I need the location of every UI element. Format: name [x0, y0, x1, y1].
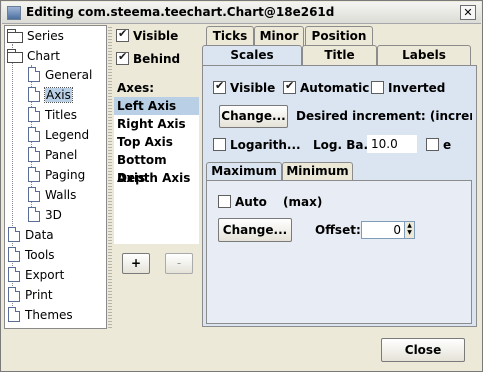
document-icon	[8, 267, 20, 282]
tree-item-titles[interactable]: Titles	[28, 106, 77, 124]
e-checkbox[interactable]: e	[426, 138, 451, 152]
tree-item-paging[interactable]: Paging	[28, 166, 85, 184]
document-icon	[28, 127, 40, 142]
tree-item-export[interactable]: Export	[8, 266, 64, 284]
document-icon	[8, 307, 20, 322]
tree-item-data[interactable]: Data	[8, 226, 54, 244]
tab-title[interactable]: Title	[302, 45, 377, 65]
tree-item-tools[interactable]: Tools	[8, 246, 55, 264]
tree-item-series[interactable]: Series	[7, 27, 64, 45]
document-icon	[28, 147, 40, 162]
tree-item-walls[interactable]: Walls	[28, 186, 76, 204]
logarithmic-checkbox[interactable]: Logarith...	[213, 138, 301, 152]
tab-ticks[interactable]: Ticks	[206, 26, 254, 46]
document-icon	[28, 87, 40, 102]
desired-increment-label: Desired increment: (increme...	[296, 109, 472, 123]
document-icon	[28, 207, 40, 222]
tree-item-axis[interactable]: Axis	[28, 86, 73, 104]
add-axis-button[interactable]: +	[122, 253, 150, 274]
document-icon	[28, 107, 40, 122]
max-auto-checkbox[interactable]: Auto	[218, 195, 267, 209]
log-base-input[interactable]: 10.0	[367, 135, 417, 153]
scale-automatic-checkbox[interactable]: Automatic	[283, 79, 369, 95]
document-icon	[8, 287, 20, 302]
offset-input[interactable]: 0	[361, 221, 405, 239]
tab-position[interactable]: Position	[305, 26, 373, 46]
tree-item-3d[interactable]: 3D	[28, 206, 62, 224]
axes-label: Axes:	[117, 81, 155, 95]
axis-behind-checkbox[interactable]: Behind	[116, 50, 180, 66]
tree-item-chart[interactable]: Chart	[7, 47, 60, 65]
checkbox-box	[218, 195, 231, 208]
remove-axis-button[interactable]: -	[165, 253, 193, 274]
scale-visible-checkbox[interactable]: Visible	[213, 79, 275, 95]
tab-maximum[interactable]: Maximum	[206, 162, 282, 181]
editor-window: Editing com.steema.teechart.Chart@18e261…	[0, 0, 483, 372]
tab-minimum[interactable]: Minimum	[282, 162, 353, 181]
close-window-button[interactable]: ✕	[460, 5, 476, 20]
document-icon	[8, 247, 20, 262]
title-bar[interactable]: Editing com.steema.teechart.Chart@18e261…	[2, 2, 481, 24]
window-title: Editing com.steema.teechart.Chart@18e261…	[26, 5, 335, 19]
editor-tree: Series Chart General Axis Titles Legend …	[4, 25, 107, 329]
scale-inverted-checkbox[interactable]: Inverted	[371, 81, 445, 95]
axes-item-bottom[interactable]: Bottom Axis	[114, 151, 199, 185]
tree-item-themes[interactable]: Themes	[8, 306, 73, 324]
tree-item-panel[interactable]: Panel	[28, 146, 77, 164]
close-button[interactable]: Close	[381, 338, 465, 362]
checkbox-box	[371, 81, 384, 94]
spin-up-icon[interactable]: ▲	[405, 222, 414, 229]
offset-label: Offset:	[315, 223, 361, 237]
document-icon	[28, 167, 40, 182]
change-increment-button[interactable]: Change...	[219, 105, 288, 128]
max-value-label: (max)	[283, 195, 323, 209]
offset-spinner[interactable]: ▲ ▼	[404, 221, 415, 239]
tree-item-print[interactable]: Print	[8, 286, 53, 304]
tree-item-general[interactable]: General	[28, 66, 92, 84]
checkbox-box	[283, 79, 296, 94]
app-icon	[7, 6, 21, 20]
tab-scales[interactable]: Scales	[202, 45, 302, 66]
tree-item-legend[interactable]: Legend	[28, 126, 89, 144]
axes-item-depth[interactable]: Depth Axis	[114, 169, 199, 187]
axes-item-right[interactable]: Right Axis	[114, 115, 199, 133]
axis-visible-checkbox[interactable]: Visible	[116, 27, 178, 43]
splitter-handle[interactable]	[108, 25, 112, 329]
axes-item-left[interactable]: Left Axis	[114, 97, 199, 115]
checkbox-box	[213, 138, 226, 151]
axes-list: Left Axis Right Axis Top Axis Bottom Axi…	[114, 97, 199, 244]
checkbox-box	[426, 138, 439, 151]
tab-minor[interactable]: Minor	[254, 26, 304, 46]
document-icon	[28, 187, 40, 202]
axes-item-top[interactable]: Top Axis	[114, 133, 199, 151]
checkbox-box	[213, 79, 226, 94]
document-icon	[28, 67, 40, 82]
folder-icon	[7, 49, 23, 63]
tab-labels[interactable]: Labels	[377, 45, 471, 65]
folder-icon	[7, 29, 23, 43]
document-icon	[8, 227, 20, 242]
change-max-button[interactable]: Change...	[218, 218, 292, 242]
spin-down-icon[interactable]: ▼	[405, 229, 414, 236]
checkbox-box	[116, 50, 129, 65]
checkbox-box	[116, 27, 129, 42]
